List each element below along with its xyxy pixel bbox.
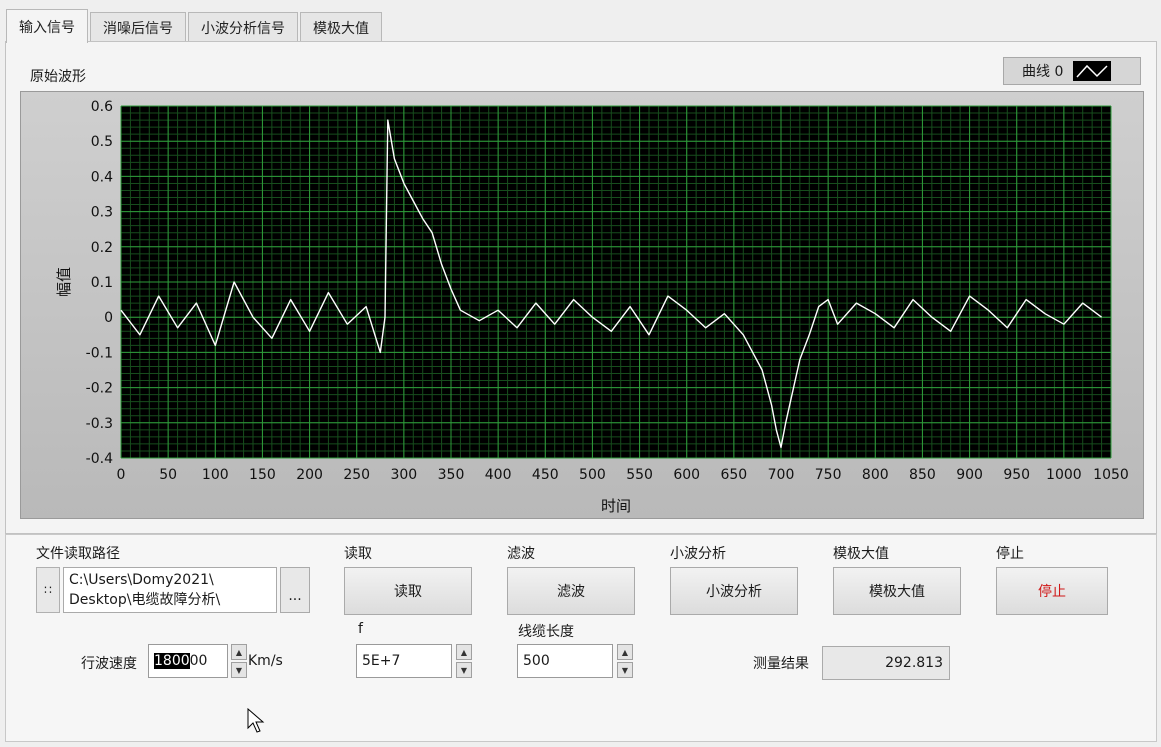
stop-label: 停止 [996,546,1024,562]
path-line-1: C:\Users\Domy2021\ [69,572,214,588]
wavelet-button[interactable]: 小波分析 [670,567,798,615]
y-tick-label: 0.1 [91,275,113,291]
x-tick-label: 400 [485,467,512,483]
x-tick-label: 700 [768,467,795,483]
y-axis-label: 幅值 [55,267,73,297]
browse-button[interactable]: ... [280,567,310,613]
x-tick-label: 500 [579,467,606,483]
graph-panel: 原始波形 曲线 0 0 50 100 150 200 250 300 350 400 450 500… [5,41,1157,534]
tab-bar: 输入信号 消噪后信号 小波分析信号 模极大值 [6,8,384,43]
y-tick-label: -0.3 [86,416,113,432]
result-label: 测量结果 [753,656,809,672]
decrement-arrow-icon[interactable]: ▼ [231,662,247,678]
wavelet-label: 小波分析 [670,546,726,562]
speed-spinner[interactable]: ▲ ▼ [231,644,247,678]
modmax-button[interactable]: 模极大值 [833,567,961,615]
file-path-input[interactable]: C:\Users\Domy2021\ Desktop\电缆故障分析\ [63,567,277,613]
y-tick-label: 0 [104,310,113,326]
x-tick-label: 650 [720,467,747,483]
increment-arrow-icon[interactable]: ▲ [617,644,633,660]
x-tick-label: 0 [117,467,126,483]
y-tick-label: 0.5 [91,134,113,150]
filter-button[interactable]: 滤波 [507,567,635,615]
x-tick-label: 450 [532,467,559,483]
control-panel: 文件读取路径 ∷ C:\Users\Domy2021\ Desktop\电缆故障… [5,534,1157,742]
y-tick-label: -0.1 [86,345,113,361]
waveform-graph[interactable]: 0 50 100 150 200 250 300 350 400 450 500 550 600 650 7… [20,91,1144,519]
speed-input[interactable]: 1800 00 [148,644,228,678]
x-tick-label: 250 [343,467,370,483]
plot-legend[interactable]: 曲线 0 [1003,57,1141,85]
increment-arrow-icon[interactable]: ▲ [231,644,247,660]
x-tick-label: 200 [296,467,323,483]
x-axis-label: 时间 [601,497,631,515]
browse-folder-icon[interactable]: ∷ [36,567,60,613]
modmax-label: 模极大值 [833,546,889,562]
increment-arrow-icon[interactable]: ▲ [456,644,472,660]
y-tick-label: 0.3 [91,205,113,221]
y-tick-label: -0.2 [86,381,113,397]
x-tick-label: 350 [438,467,465,483]
tab-modulus-maxima[interactable]: 模极大值 [300,12,382,42]
x-tick-label: 100 [202,467,229,483]
tab-denoised-signal[interactable]: 消噪后信号 [90,12,186,42]
x-tick-label: 150 [249,467,276,483]
cable-length-label: 线缆长度 [518,624,574,640]
x-tick-label: 900 [956,467,983,483]
legend-label: 曲线 0 [1022,64,1064,80]
path-label: 文件读取路径 [36,546,120,562]
f-label: f [358,621,363,637]
read-button[interactable]: 读取 [344,567,472,615]
tab-input-signal[interactable]: 输入信号 [6,9,88,43]
y-tick-label: 0.6 [91,99,113,115]
cable-length-spinner[interactable]: ▲ ▼ [617,644,633,678]
x-tick-label: 850 [909,467,936,483]
path-line-2: Desktop\电缆故障分析\ [69,592,221,608]
speed-value-selected: 1800 [154,653,190,669]
x-tick-label: 600 [673,467,700,483]
waveform-chart-svg: 0 50 100 150 200 250 300 350 400 450 500 550 600 650 7… [55,99,1129,515]
x-tick-label: 300 [390,467,417,483]
y-tick-label: 0.4 [91,169,113,185]
x-tick-label: 950 [1003,467,1030,483]
f-spinner[interactable]: ▲ ▼ [456,644,472,678]
x-tick-label: 750 [815,467,842,483]
speed-unit: Km/s [248,653,283,669]
x-tick-label: 50 [159,467,177,483]
x-tick-label: 1000 [1046,467,1082,483]
cable-length-input[interactable]: 500 [517,644,613,678]
f-input[interactable]: 5E+7 [356,644,452,678]
speed-value-rest: 00 [189,653,208,669]
result-display: 292.813 [822,646,950,680]
decrement-arrow-icon[interactable]: ▼ [617,662,633,678]
legend-line-swatch-icon [1073,61,1112,81]
graph-title: 原始波形 [30,69,86,85]
speed-label: 行波速度 [81,656,137,672]
y-tick-label: 0.2 [91,240,113,256]
tab-wavelet-signal[interactable]: 小波分析信号 [188,12,298,42]
decrement-arrow-icon[interactable]: ▼ [456,662,472,678]
x-tick-label: 800 [862,467,889,483]
mouse-cursor-icon [247,708,265,733]
y-tick-label: -0.4 [86,451,113,467]
x-tick-label: 550 [626,467,653,483]
stop-button[interactable]: 停止 [996,567,1108,615]
x-tick-label: 1050 [1093,467,1129,483]
filter-label: 滤波 [507,546,535,562]
read-label: 读取 [344,546,372,562]
